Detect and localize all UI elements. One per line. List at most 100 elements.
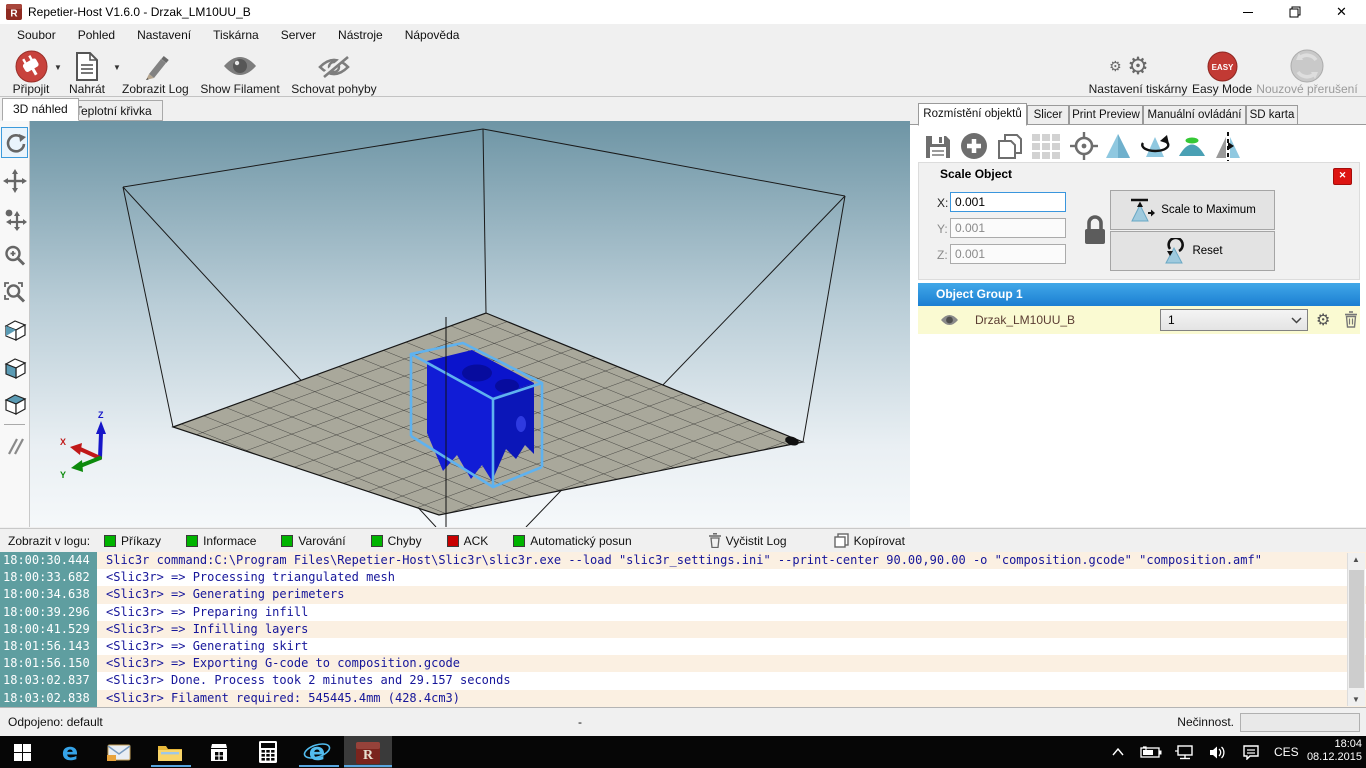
edge-icon: e (62, 738, 78, 766)
menu-napoveda[interactable]: Nápověda (394, 24, 471, 47)
taskbar-explorer-button[interactable] (148, 736, 192, 768)
tab-manual-control[interactable]: Manuální ovládání (1143, 105, 1246, 125)
hide-moves-button[interactable]: Schovat pohyby (288, 49, 380, 95)
tray-battery-icon[interactable] (1136, 736, 1166, 768)
emergency-stop-button: Nouzové přerušení (1252, 49, 1362, 95)
scale-z-label: Z: (937, 248, 948, 262)
show-filament-button[interactable]: Show Filament (200, 49, 280, 95)
menu-tiskarna[interactable]: Tiskárna (202, 24, 270, 47)
scrollbar-thumb[interactable] (1349, 570, 1364, 688)
connect-dropdown-caret[interactable]: ▼ (54, 63, 62, 72)
autoposition-grid-icon (1031, 131, 1061, 161)
tab-temperature-curve[interactable]: Teplotní křivka (64, 100, 163, 121)
toggle-information[interactable]: Informace (186, 534, 256, 548)
clear-log-button[interactable]: Vyčistit Log (709, 533, 787, 548)
printer-settings-button[interactable]: ⚙ ⚙ Nastavení tiskárny (1085, 49, 1191, 95)
language-indicator[interactable]: CES (1274, 745, 1299, 759)
log-row: 18:03:02.837<Slic3r> Done. Process took … (0, 672, 1366, 689)
scale-to-maximum-button[interactable]: Scale to Maximum (1110, 190, 1275, 230)
toggle-log-button[interactable]: Zobrazit Log (122, 49, 188, 95)
copies-dropdown[interactable]: 1 (1160, 309, 1308, 331)
menu-nastroje[interactable]: Nástroje (327, 24, 394, 47)
folder-icon (157, 742, 183, 762)
tray-volume-icon[interactable] (1203, 736, 1233, 768)
menu-nastaveni[interactable]: Nastavení (126, 24, 202, 47)
tray-expand-button[interactable] (1106, 736, 1130, 768)
progress-bar (1240, 713, 1360, 732)
tab-object-placement[interactable]: Rozmístění objektů (918, 103, 1027, 126)
top-view-button[interactable] (1, 388, 28, 419)
zoom-view-button[interactable] (1, 240, 28, 271)
toggle-warnings[interactable]: Varování (281, 534, 345, 548)
taskbar-calculator-button[interactable] (246, 736, 290, 768)
load-dropdown-caret[interactable]: ▼ (113, 63, 121, 72)
toggle-commands[interactable]: Příkazy (104, 534, 161, 548)
taskbar-edge-button[interactable]: e (48, 736, 92, 768)
load-button[interactable]: Nahrát (62, 49, 112, 95)
scale-y-input (950, 218, 1066, 238)
menu-pohled[interactable]: Pohled (67, 24, 126, 47)
save-icon (924, 132, 952, 160)
restore-button[interactable] (1272, 0, 1317, 24)
toggle-autoscroll[interactable]: Automatický posun (513, 534, 631, 548)
connect-button[interactable]: Připojit (2, 49, 60, 95)
easy-mode-button[interactable]: EASY Easy Mode (1192, 49, 1252, 95)
scroll-down-icon[interactable]: ▼ (1348, 695, 1364, 704)
minimize-button[interactable] (1225, 0, 1270, 24)
tray-action-center-icon[interactable] (1236, 736, 1266, 768)
lay-flat-button[interactable] (1176, 130, 1208, 162)
scale-x-label: X: (937, 196, 948, 210)
log-row: 18:03:02.838<Slic3r> Filament required: … (0, 690, 1366, 707)
tab-sd-card[interactable]: SD karta (1246, 105, 1298, 125)
ie-running-indicator (299, 765, 339, 767)
taskbar-ie-button[interactable]: e (295, 736, 339, 768)
log-scrollbar[interactable]: ▲ ▼ (1347, 553, 1365, 706)
3d-scene: Z X Y (30, 121, 910, 527)
front-view-button[interactable] (1, 352, 28, 383)
parallel-projection-button[interactable] (1, 430, 28, 461)
taskbar-store-button[interactable] (197, 736, 241, 768)
add-object-button[interactable] (958, 130, 990, 162)
rotate-view-button[interactable] (1, 127, 28, 158)
scroll-up-icon[interactable]: ▲ (1348, 555, 1364, 564)
start-button[interactable] (0, 736, 44, 768)
scale-object-button[interactable] (1102, 130, 1134, 162)
minimize-icon (1243, 12, 1253, 13)
menu-server[interactable]: Server (270, 24, 327, 47)
lock-aspect-icon[interactable] (1082, 212, 1108, 248)
toggle-ack[interactable]: ACK (447, 534, 489, 548)
parallel-projection-icon (3, 434, 27, 458)
scale-x-input[interactable] (950, 192, 1066, 212)
cut-object-button[interactable] (1212, 130, 1244, 162)
copy-object-button[interactable] (994, 130, 1026, 162)
move-object-button[interactable] (1, 203, 28, 234)
move-view-button[interactable] (1, 165, 28, 196)
isometric-view-button[interactable] (1, 314, 28, 345)
scale-panel-close-button[interactable]: ✕ (1333, 168, 1352, 185)
menu-soubor[interactable]: Soubor (6, 24, 67, 47)
axis-x-label: X (60, 437, 66, 447)
object-settings-gear-icon[interactable]: ⚙ (1316, 308, 1330, 332)
rotate-object-button[interactable] (1138, 130, 1170, 162)
3d-viewport[interactable]: Z X Y (30, 121, 910, 527)
save-composition-button[interactable] (922, 130, 954, 162)
tab-print-preview[interactable]: Print Preview (1069, 105, 1143, 125)
log-filter-label: Zobrazit v logu: (8, 534, 90, 548)
copy-log-button[interactable]: Kopírovat (834, 533, 905, 548)
tray-network-icon[interactable] (1170, 736, 1200, 768)
center-object-button[interactable] (1068, 130, 1100, 162)
zoom-in-icon (3, 244, 27, 268)
fit-view-button[interactable] (1, 277, 28, 308)
scale-reset-button[interactable]: Reset (1110, 231, 1275, 271)
tab-slicer[interactable]: Slicer (1027, 105, 1069, 125)
toggle-errors[interactable]: Chyby (371, 534, 422, 548)
object-delete-trash-icon[interactable] (1344, 311, 1358, 328)
tab-3d-preview[interactable]: 3D náhled (2, 98, 79, 121)
taskbar-clock[interactable]: 18:04 08.12.2015 (1307, 738, 1362, 764)
object-visibility-icon[interactable] (940, 314, 959, 326)
object-group-header[interactable]: Object Group 1 (918, 283, 1360, 306)
log-output[interactable]: 18:00:30.444Slic3r command:C:\Program Fi… (0, 552, 1366, 707)
taskbar-mail-button[interactable] (97, 736, 141, 768)
taskbar-repetier-button[interactable]: R (344, 736, 392, 768)
close-button[interactable]: ✕ (1319, 0, 1364, 24)
